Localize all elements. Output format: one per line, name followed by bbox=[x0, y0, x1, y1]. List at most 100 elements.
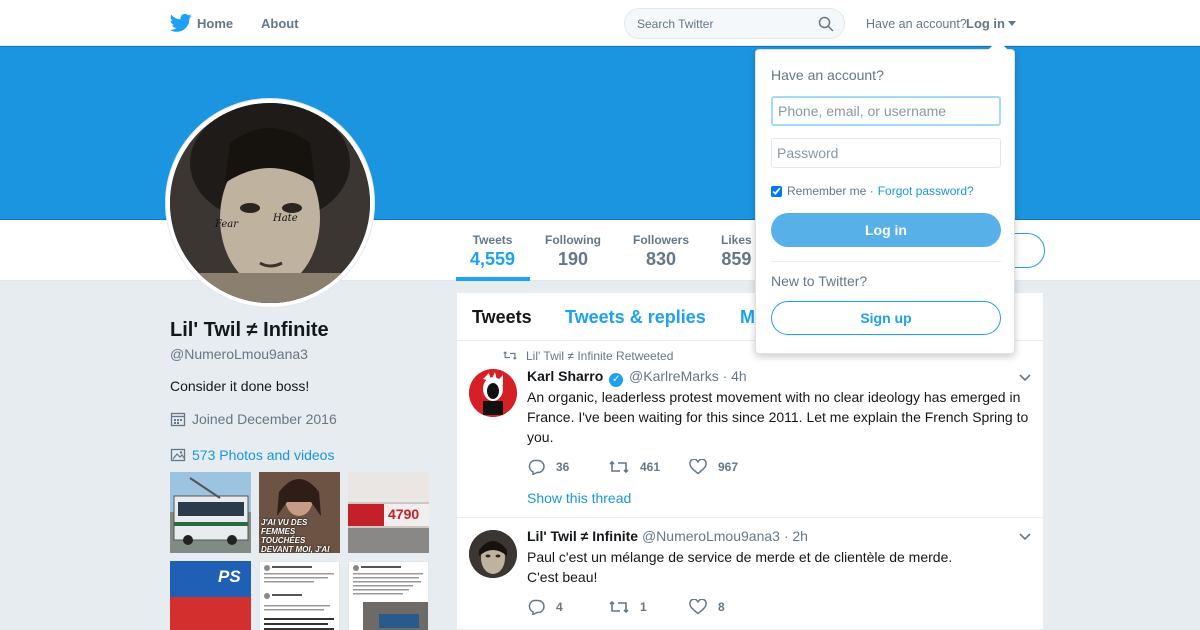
reply-icon bbox=[528, 459, 545, 475]
stat-tweets-value: 4,559 bbox=[470, 249, 516, 269]
like-action[interactable]: 8 bbox=[689, 599, 725, 615]
thumbnail-caption: PS bbox=[218, 567, 241, 586]
search-input[interactable]: Search Twitter bbox=[637, 17, 713, 31]
photo-thumbnail[interactable]: 4790 bbox=[348, 472, 429, 553]
profile-avatar[interactable]: Fear Hate bbox=[170, 103, 370, 303]
caret-down-icon[interactable] bbox=[1008, 21, 1016, 26]
retweet-action[interactable]: 461 bbox=[609, 459, 660, 475]
thumbnail-caption: 4790 bbox=[388, 506, 420, 522]
retweet-icon bbox=[609, 460, 629, 474]
twitter-bird-icon[interactable] bbox=[170, 13, 192, 33]
chevron-down-icon[interactable] bbox=[1019, 374, 1031, 382]
tweet-author-name[interactable]: Karl Sharro bbox=[527, 368, 603, 384]
profile-handle[interactable]: @NumeroLmou9ana3 bbox=[170, 346, 308, 362]
stat-following-label: Following bbox=[545, 233, 601, 247]
lil-twil-avatar-image bbox=[469, 530, 517, 578]
avatar-portrait-image: Fear Hate bbox=[170, 103, 370, 303]
reply-count: 36 bbox=[556, 460, 570, 474]
username-field[interactable] bbox=[771, 96, 1001, 126]
retweet-context-icon bbox=[503, 351, 517, 360]
photo-thumbnail[interactable]: PS bbox=[170, 561, 251, 630]
photo-icon bbox=[170, 448, 186, 462]
heart-icon bbox=[689, 459, 707, 475]
tweet-header: Lil' Twil ≠ Infinite @NumeroLmou9ana3 · … bbox=[527, 528, 808, 544]
photo-thumbnail[interactable] bbox=[348, 561, 429, 630]
tweet-author-handle[interactable]: @KarlreMarks bbox=[629, 368, 719, 384]
retweet-action[interactable]: 1 bbox=[609, 599, 647, 615]
retweet-count: 1 bbox=[640, 600, 647, 614]
new-to-twitter-text: New to Twitter? bbox=[771, 273, 868, 289]
tab-tweets-replies[interactable]: Tweets & replies bbox=[565, 307, 706, 328]
like-action[interactable]: 967 bbox=[689, 459, 738, 475]
tweet-author-name[interactable]: Lil' Twil ≠ Infinite bbox=[527, 528, 638, 544]
tweet[interactable]: Lil' Twil ≠ Infinite Retweeted Karl Shar… bbox=[457, 341, 1045, 518]
tab-tweets[interactable]: Tweets bbox=[472, 307, 532, 328]
profile-bio: Consider it done boss! bbox=[170, 378, 310, 394]
tweet-text: An organic, leaderless protest movement … bbox=[527, 389, 1029, 445]
karl-sharro-avatar-image bbox=[469, 369, 517, 417]
dropdown-arrow bbox=[988, 40, 1008, 50]
retweet-count: 461 bbox=[640, 460, 661, 474]
tweet-text-line: C'est beau! bbox=[527, 569, 598, 585]
photo-thumbnail[interactable] bbox=[259, 561, 340, 630]
dropdown-divider bbox=[771, 261, 1001, 262]
signup-button[interactable]: Sign up bbox=[771, 301, 1001, 335]
tweet-text: Paul c'est un mélange de service de merd… bbox=[527, 547, 1035, 587]
photos-videos-link[interactable]: 573 Photos and videos bbox=[192, 447, 334, 463]
thumbnail-caption: J'AI VU DES FEMMES TOUCHÉES DEVANT MOI, … bbox=[261, 518, 330, 553]
like-count: 8 bbox=[718, 600, 725, 614]
stat-likes-label: Likes bbox=[721, 233, 752, 247]
calendar-icon bbox=[170, 412, 186, 427]
stat-followers[interactable]: Followers 830 bbox=[633, 233, 689, 270]
top-navigation: Home About Search Twitter Have an accoun… bbox=[0, 0, 1200, 46]
verified-badge-icon: ✓ bbox=[609, 373, 624, 387]
stat-followers-label: Followers bbox=[633, 233, 690, 247]
retweet-icon bbox=[609, 600, 629, 614]
stat-following-value: 190 bbox=[557, 249, 589, 269]
photo-thumbnail[interactable] bbox=[170, 472, 251, 553]
stat-likes-value: 859 bbox=[721, 249, 752, 269]
active-tab-indicator bbox=[456, 277, 530, 281]
stat-tweets[interactable]: Tweets 4,559 bbox=[470, 233, 515, 270]
search-box[interactable]: Search Twitter bbox=[624, 8, 845, 39]
tab-media[interactable]: M bbox=[740, 307, 755, 328]
avatar-tattoo-right: Hate bbox=[272, 213, 298, 224]
login-dropdown: Have an account? Remember me · Forgot pa… bbox=[755, 49, 1015, 354]
search-icon[interactable] bbox=[818, 16, 834, 32]
avatar-tattoo-left: Fear bbox=[214, 219, 239, 230]
reply-icon bbox=[528, 599, 545, 615]
reply-action[interactable]: 4 bbox=[527, 599, 563, 615]
remember-me-row: Remember me · Forgot password? bbox=[771, 184, 974, 198]
nav-about-link[interactable]: About bbox=[261, 16, 299, 31]
remember-me-checkbox[interactable] bbox=[771, 185, 782, 197]
remember-me-label[interactable]: Remember me · bbox=[787, 184, 874, 198]
joined-date: Joined December 2016 bbox=[192, 411, 337, 427]
stat-following[interactable]: Following 190 bbox=[545, 233, 601, 270]
chevron-down-icon[interactable] bbox=[1019, 533, 1031, 541]
login-button[interactable]: Log in bbox=[771, 213, 1001, 247]
tweet-header: Karl Sharro ✓ @KarlreMarks · 4h bbox=[527, 368, 747, 387]
tweet[interactable]: Lil' Twil ≠ Infinite @NumeroLmou9ana3 · … bbox=[457, 518, 1045, 630]
forgot-password-link[interactable]: Forgot password? bbox=[878, 184, 974, 198]
profile-name[interactable]: Lil' Twil ≠ Infinite bbox=[170, 319, 329, 342]
retweeted-by-text[interactable]: Lil' Twil ≠ Infinite Retweeted bbox=[526, 349, 673, 363]
reply-action[interactable]: 36 bbox=[527, 459, 569, 475]
tweet-avatar[interactable] bbox=[469, 530, 517, 578]
tweet-text-line: Paul c'est un mélange de service de merd… bbox=[527, 549, 953, 565]
tweet-timestamp[interactable]: · 2h bbox=[784, 528, 808, 544]
photo-thumbnail[interactable]: J'AI VU DES FEMMES TOUCHÉES DEVANT MOI, … bbox=[259, 472, 340, 553]
password-field[interactable] bbox=[771, 138, 1001, 168]
login-dropdown-toggle[interactable]: Log in bbox=[966, 16, 1005, 31]
dropdown-title: Have an account? bbox=[771, 67, 884, 83]
like-count: 967 bbox=[718, 460, 739, 474]
tweet-timestamp[interactable]: · 4h bbox=[723, 368, 747, 384]
stat-followers-value: 830 bbox=[645, 249, 677, 269]
show-thread-link[interactable]: Show this thread bbox=[527, 490, 631, 506]
tweet-author-handle[interactable]: @NumeroLmou9ana3 bbox=[642, 528, 780, 544]
have-account-text: Have an account? bbox=[866, 17, 967, 31]
stat-likes[interactable]: Likes 859 bbox=[721, 233, 752, 270]
tweet-avatar[interactable] bbox=[469, 369, 517, 417]
stat-tweets-label: Tweets bbox=[472, 233, 513, 247]
nav-home-link[interactable]: Home bbox=[197, 16, 233, 31]
tweet-screenshot-image bbox=[353, 565, 428, 630]
